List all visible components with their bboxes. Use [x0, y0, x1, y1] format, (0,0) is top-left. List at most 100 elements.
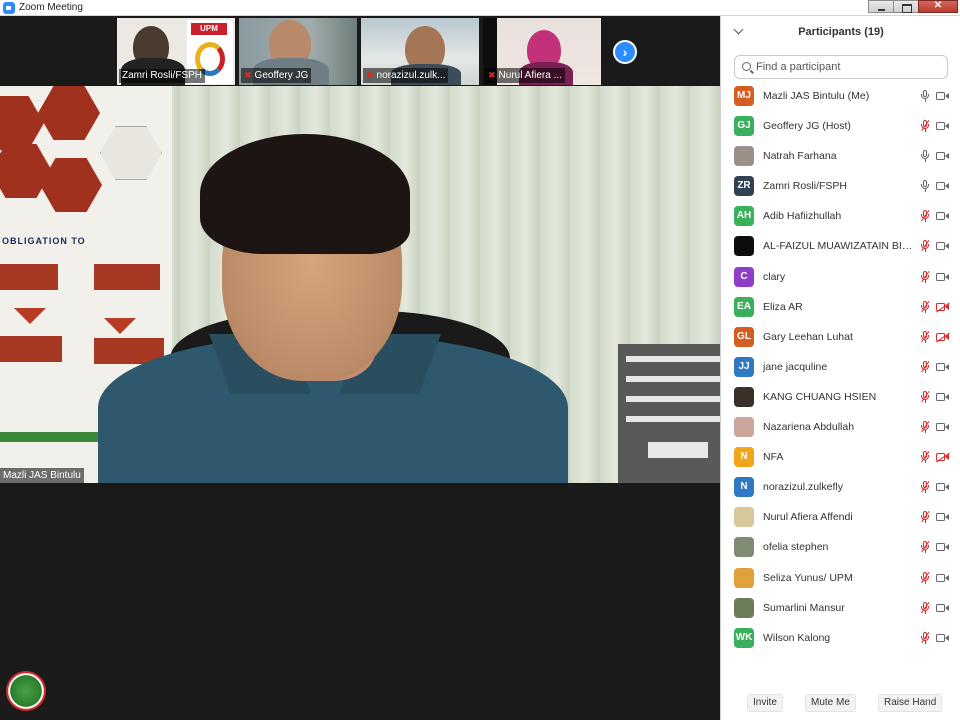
video-camera-icon — [936, 242, 950, 251]
participant-name: clary — [763, 270, 786, 283]
participant-name: Zamri Rosli/FSPH — [763, 180, 848, 193]
participants-title: Participants (19) — [798, 26, 884, 38]
panel-footer: Invite Mute Me Raise Hand — [721, 692, 960, 714]
participant-row[interactable]: Sumarlini Mansur — [721, 593, 960, 623]
participant-name: Gary Leehan Luhat — [763, 330, 853, 343]
avatar — [734, 417, 754, 438]
minimize-button[interactable] — [868, 0, 894, 13]
participant-row[interactable]: JJ jane jacquline — [721, 352, 960, 382]
participant-name: Geoffery JG (Host) — [763, 120, 851, 133]
participant-row[interactable]: GL Gary Leehan Luhat — [721, 322, 960, 352]
mic-icon — [920, 90, 930, 103]
window-title: Zoom Meeting — [19, 2, 83, 13]
avatar — [734, 146, 754, 167]
video-camera-icon — [936, 483, 950, 492]
participant-name: norazizul.zulkefly — [763, 481, 843, 494]
muted-mic-icon: ✖ — [488, 70, 496, 80]
invite-button[interactable]: Invite — [747, 694, 783, 712]
mic-muted-icon — [920, 120, 930, 133]
chevron-right-icon[interactable]: › — [613, 40, 637, 64]
participant-row[interactable]: ofelia stephen — [721, 532, 960, 562]
participant-row[interactable]: N NFA — [721, 442, 960, 472]
participant-row[interactable]: Seliza Yunus/ UPM — [721, 563, 960, 593]
participant-row[interactable]: Cclary — [721, 262, 960, 292]
mute-me-button[interactable]: Mute Me — [805, 694, 856, 712]
participant-row[interactable]: WK Wilson Kalong — [721, 623, 960, 653]
participant-row[interactable]: Nurul Afiera Affendi — [721, 502, 960, 532]
participant-row[interactable]: MJ Mazli JAS Bintulu (Me) — [721, 81, 960, 111]
mic-muted-icon — [920, 270, 930, 284]
speaker-name-label: Mazli JAS Bintulu — [0, 468, 84, 483]
video-camera-icon — [936, 92, 950, 101]
tile-name: Geoffery JG — [254, 70, 309, 81]
avatar — [734, 567, 754, 588]
avatar — [734, 386, 754, 407]
raise-hand-button[interactable]: Raise Hand — [878, 694, 943, 712]
mic-muted-icon — [920, 300, 930, 314]
participant-search[interactable] — [734, 55, 948, 79]
participant-name: Mazli JAS Bintulu (Me) — [763, 90, 870, 102]
participant-list: MJ Mazli JAS Bintulu (Me) GJ Geoffery JG (H… — [721, 81, 960, 653]
search-icon — [742, 62, 751, 71]
mic-icon — [920, 150, 930, 163]
video-tile[interactable]: ✖ Geoffery JG — [239, 18, 357, 85]
participant-row[interactable]: EA Eliza AR — [721, 292, 960, 322]
participant-name: Eliza AR — [763, 300, 803, 313]
avatar: N — [734, 447, 754, 468]
poster-heading: OBLIGATION TO — [2, 236, 86, 246]
muted-mic-icon: ✖ — [366, 70, 374, 80]
background-shelf — [618, 344, 720, 483]
participant-row[interactable]: Nnorazizul.zulkefly — [721, 472, 960, 502]
tile-name: Nurul Afiera ... — [498, 70, 562, 81]
zoom-app-icon — [3, 2, 15, 14]
mic-muted-icon — [920, 571, 930, 585]
mic-icon — [920, 180, 930, 193]
search-input[interactable] — [756, 59, 941, 75]
video-camera-icon — [936, 633, 950, 643]
video-tile[interactable]: ✖ norazizul.zulk... — [361, 18, 479, 85]
mic-muted-icon — [920, 451, 930, 464]
participant-name: AL-FAIZUL MUAWIZATAIN BIN AB... — [763, 240, 915, 253]
avatar: N — [734, 477, 754, 498]
tile-name: norazizul.zulk... — [376, 70, 446, 81]
participant-row[interactable]: ZR Zamri Rosli/FSPH — [721, 171, 960, 201]
participant-name: Wilson Kalong — [763, 631, 831, 644]
avatar — [734, 236, 754, 257]
video-camera-icon — [936, 182, 950, 191]
participant-row[interactable]: Natrah Farhana — [721, 141, 960, 171]
mic-muted-icon — [920, 330, 930, 344]
video-camera-icon — [936, 272, 950, 282]
video-camera-icon — [936, 573, 950, 583]
avatar: GL — [734, 326, 754, 347]
participant-row[interactable]: Nazariena Abdullah — [721, 412, 960, 442]
avatar — [734, 537, 754, 558]
participant-row[interactable]: AL-FAIZUL MUAWIZATAIN BIN AB... — [721, 231, 960, 261]
video-camera-icon — [936, 603, 950, 613]
avatar — [734, 507, 754, 528]
video-camera-icon — [936, 362, 950, 372]
maximize-button[interactable] — [893, 0, 919, 13]
title-bar: Zoom Meeting — [0, 0, 960, 16]
avatar: AH — [734, 206, 754, 227]
participant-name: Adib Hafiizhullah — [763, 210, 842, 223]
video-off-icon — [936, 332, 950, 342]
participant-row[interactable]: AH Adib Hafiizhullah — [721, 201, 960, 231]
mic-muted-icon — [920, 541, 930, 554]
participant-name: Nazariena Abdullah — [763, 421, 855, 434]
participant-name: Nurul Afiera Affendi — [763, 511, 853, 524]
mic-muted-icon — [920, 511, 930, 524]
avatar: C — [734, 266, 754, 287]
video-tile[interactable]: ✖ Nurul Afiera ... — [483, 18, 601, 85]
video-tile[interactable]: UPM Zamri Rosli/FSPH — [117, 18, 235, 85]
tile-name: Zamri Rosli/FSPH — [122, 70, 203, 81]
avatar: WK — [734, 627, 754, 648]
mic-muted-icon — [920, 631, 930, 645]
participant-row[interactable]: KANG CHUANG HSIEN — [721, 382, 960, 412]
participant-row[interactable]: GJ Geoffery JG (Host) — [721, 111, 960, 141]
mic-muted-icon — [920, 481, 930, 494]
close-window-button[interactable] — [918, 0, 958, 13]
video-off-icon — [936, 302, 950, 312]
video-camera-icon — [936, 152, 950, 161]
avatar: MJ — [734, 86, 754, 106]
mic-muted-icon — [920, 360, 930, 374]
